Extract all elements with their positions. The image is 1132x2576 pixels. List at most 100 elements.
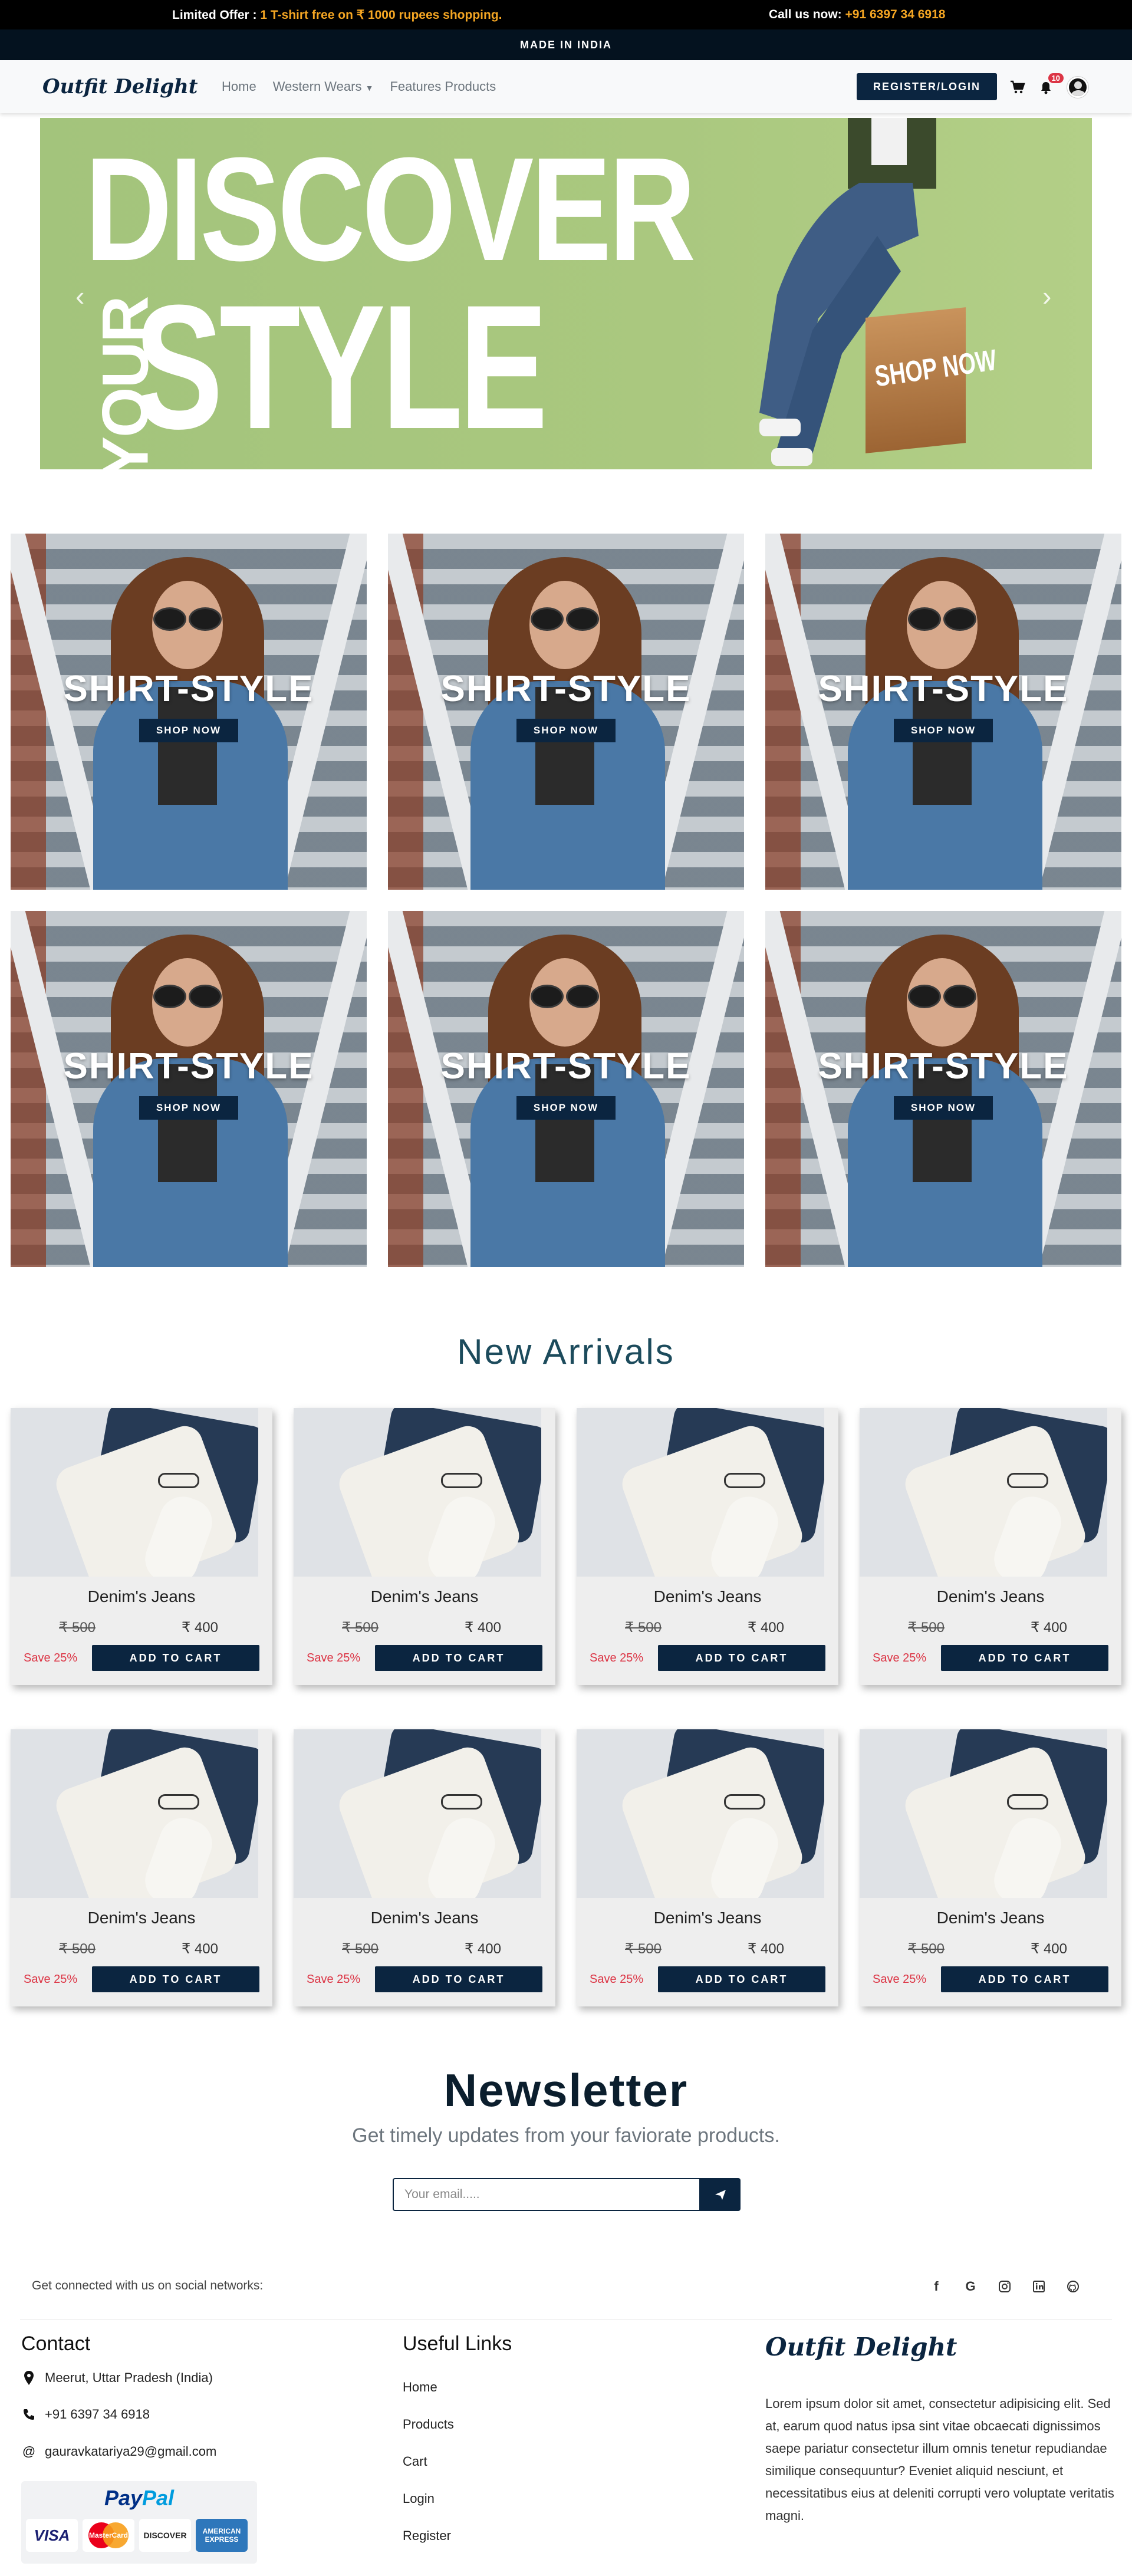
- product-card[interactable]: Denim's Jeans ₹ 500 ₹ 400 Save 25% ADD T…: [11, 1408, 272, 1685]
- send-button[interactable]: [700, 2178, 741, 2211]
- product-price: ₹ 400: [182, 1620, 218, 1636]
- product-image[interactable]: [577, 1408, 824, 1577]
- product-name: Denim's Jeans: [370, 1909, 479, 1927]
- product-glasses: [441, 1473, 482, 1488]
- product-card[interactable]: Denim's Jeans ₹ 500 ₹ 400 Save 25% ADD T…: [577, 1408, 838, 1685]
- product-glasses: [724, 1794, 765, 1810]
- product-image[interactable]: [11, 1408, 258, 1577]
- add-to-cart-button[interactable]: ADD TO CART: [941, 1966, 1108, 1992]
- cart-icon[interactable]: [1008, 78, 1027, 97]
- card-logos: VISA MasterCard DISCOVER AMERICAN EXPRES…: [26, 2519, 248, 2552]
- nav-western-wears[interactable]: Western Wears ▼: [273, 79, 374, 94]
- product-glasses: [1007, 1473, 1048, 1488]
- brand-logo[interactable]: Outfit Delight: [42, 75, 198, 98]
- email-input[interactable]: [393, 2178, 700, 2211]
- facebook-icon[interactable]: f: [926, 2276, 947, 2297]
- shop-now-button[interactable]: SHOP NOW: [516, 719, 616, 742]
- call-phone[interactable]: +91 6397 34 6918: [845, 8, 946, 21]
- promo-card[interactable]: SHIRT-STYLE SHOP NOW: [11, 911, 367, 1267]
- product-image[interactable]: [577, 1729, 824, 1898]
- add-to-cart-button[interactable]: ADD TO CART: [941, 1645, 1108, 1671]
- product-save: Save 25%: [873, 1651, 927, 1664]
- footer-brand[interactable]: Outfit Delight: [765, 2332, 957, 2361]
- amex-logo: AMERICAN EXPRESS: [196, 2519, 248, 2552]
- promo-sunglasses: [531, 607, 599, 631]
- google-icon[interactable]: G: [960, 2276, 981, 2297]
- nav-links: Home Western Wears ▼ Features Products: [222, 79, 496, 94]
- offer-detail: 1 T-shirt free on ₹ 1000 rupees shopping…: [260, 8, 502, 22]
- product-card[interactable]: Denim's Jeans ₹ 500 ₹ 400 Save 25% ADD T…: [294, 1408, 555, 1685]
- made-in-india-text: MADE IN INDIA: [520, 38, 612, 51]
- shop-now-button[interactable]: SHOP NOW: [894, 719, 993, 742]
- social-icons: f G: [926, 2276, 1084, 2297]
- footer-link-home[interactable]: Home: [403, 2380, 437, 2395]
- promo-title: SHIRT-STYLE: [440, 1046, 692, 1087]
- footer-link-cart[interactable]: Cart: [403, 2454, 427, 2469]
- promo-sunglasses: [153, 985, 222, 1008]
- promo-title: SHIRT-STYLE: [440, 669, 692, 709]
- product-save: Save 25%: [590, 1651, 644, 1664]
- mastercard-logo: MasterCard: [83, 2519, 134, 2552]
- newsletter-subtitle: Get timely updates from your faviorate p…: [352, 2124, 780, 2147]
- call-us: Call us now: +91 6397 34 6918: [769, 8, 945, 22]
- footer-about-text: Lorem ipsum dolor sit amet, consectetur …: [765, 2396, 1114, 2523]
- caret-down-icon: ▼: [365, 83, 374, 93]
- product-image[interactable]: [294, 1408, 541, 1577]
- product-card[interactable]: Denim's Jeans ₹ 500 ₹ 400 Save 25% ADD T…: [860, 1729, 1121, 2006]
- email-text[interactable]: gauravkatariya29@gmail.com: [45, 2444, 216, 2459]
- bell-icon[interactable]: 10: [1036, 73, 1064, 97]
- product-image[interactable]: [11, 1729, 258, 1898]
- contact-heading: Contact: [21, 2332, 91, 2355]
- promo-card[interactable]: SHIRT-STYLE SHOP NOW: [388, 534, 744, 890]
- shop-now-button[interactable]: SHOP NOW: [516, 1096, 616, 1120]
- linkedin-icon[interactable]: [1028, 2276, 1049, 2297]
- product-image[interactable]: [294, 1729, 541, 1898]
- product-card[interactable]: Denim's Jeans ₹ 500 ₹ 400 Save 25% ADD T…: [294, 1729, 555, 2006]
- product-name: Denim's Jeans: [653, 1909, 762, 1927]
- phone-text[interactable]: +91 6397 34 6918: [45, 2407, 150, 2422]
- promo-card[interactable]: SHIRT-STYLE SHOP NOW: [765, 534, 1121, 890]
- hero-your-wrap: YOUR: [86, 295, 162, 469]
- promo-card[interactable]: SHIRT-STYLE SHOP NOW: [11, 534, 367, 890]
- add-to-cart-button[interactable]: ADD TO CART: [92, 1966, 259, 1992]
- shop-now-button[interactable]: SHOP NOW: [139, 1096, 238, 1120]
- nav-home[interactable]: Home: [222, 79, 256, 94]
- product-image[interactable]: [860, 1408, 1107, 1577]
- github-icon[interactable]: [1062, 2276, 1084, 2297]
- product-card[interactable]: Denim's Jeans ₹ 500 ₹ 400 Save 25% ADD T…: [860, 1408, 1121, 1685]
- address-text: Meerut, Uttar Pradesh (India): [45, 2370, 213, 2385]
- product-card[interactable]: Denim's Jeans ₹ 500 ₹ 400 Save 25% ADD T…: [11, 1729, 272, 2006]
- add-to-cart-button[interactable]: ADD TO CART: [375, 1645, 542, 1671]
- paypal-logo-pay: Pay: [104, 2486, 142, 2510]
- avatar[interactable]: [1067, 77, 1088, 98]
- footer-link-products[interactable]: Products: [403, 2417, 454, 2432]
- product-name: Denim's Jeans: [87, 1587, 196, 1606]
- product-image[interactable]: [860, 1729, 1107, 1898]
- instagram-icon[interactable]: [994, 2276, 1015, 2297]
- add-to-cart-button[interactable]: ADD TO CART: [658, 1966, 825, 1992]
- register-login-button[interactable]: REGISTER/LOGIN: [857, 73, 997, 100]
- nav-features-products[interactable]: Features Products: [390, 79, 496, 94]
- add-to-cart-button[interactable]: ADD TO CART: [375, 1966, 542, 1992]
- footer-link-login[interactable]: Login: [403, 2491, 435, 2506]
- chevron-right-icon[interactable]: ›: [1042, 280, 1051, 312]
- promo-sunglasses: [531, 985, 599, 1008]
- add-to-cart-button[interactable]: ADD TO CART: [92, 1645, 259, 1671]
- promo-sunglasses: [153, 607, 222, 631]
- add-to-cart-button[interactable]: ADD TO CART: [658, 1645, 825, 1671]
- phone-item: +91 6397 34 6918: [21, 2407, 150, 2422]
- product-row: Denim's Jeans ₹ 500 ₹ 400 Save 25% ADD T…: [11, 1408, 1121, 1685]
- product-name: Denim's Jeans: [87, 1909, 196, 1927]
- promo-card[interactable]: SHIRT-STYLE SHOP NOW: [765, 911, 1121, 1267]
- chevron-left-icon[interactable]: ‹: [75, 280, 84, 312]
- paper-plane-icon: [715, 2190, 726, 2200]
- discover-logo: DISCOVER: [139, 2519, 191, 2552]
- footer-link-register[interactable]: Register: [403, 2528, 451, 2544]
- product-save: Save 25%: [24, 1651, 78, 1664]
- product-row: Denim's Jeans ₹ 500 ₹ 400 Save 25% ADD T…: [11, 1729, 1121, 2006]
- shop-now-button[interactable]: SHOP NOW: [139, 719, 238, 742]
- product-card[interactable]: Denim's Jeans ₹ 500 ₹ 400 Save 25% ADD T…: [577, 1729, 838, 2006]
- promo-card[interactable]: SHIRT-STYLE SHOP NOW: [388, 911, 744, 1267]
- product-name: Denim's Jeans: [936, 1909, 1045, 1927]
- shop-now-button[interactable]: SHOP NOW: [894, 1096, 993, 1120]
